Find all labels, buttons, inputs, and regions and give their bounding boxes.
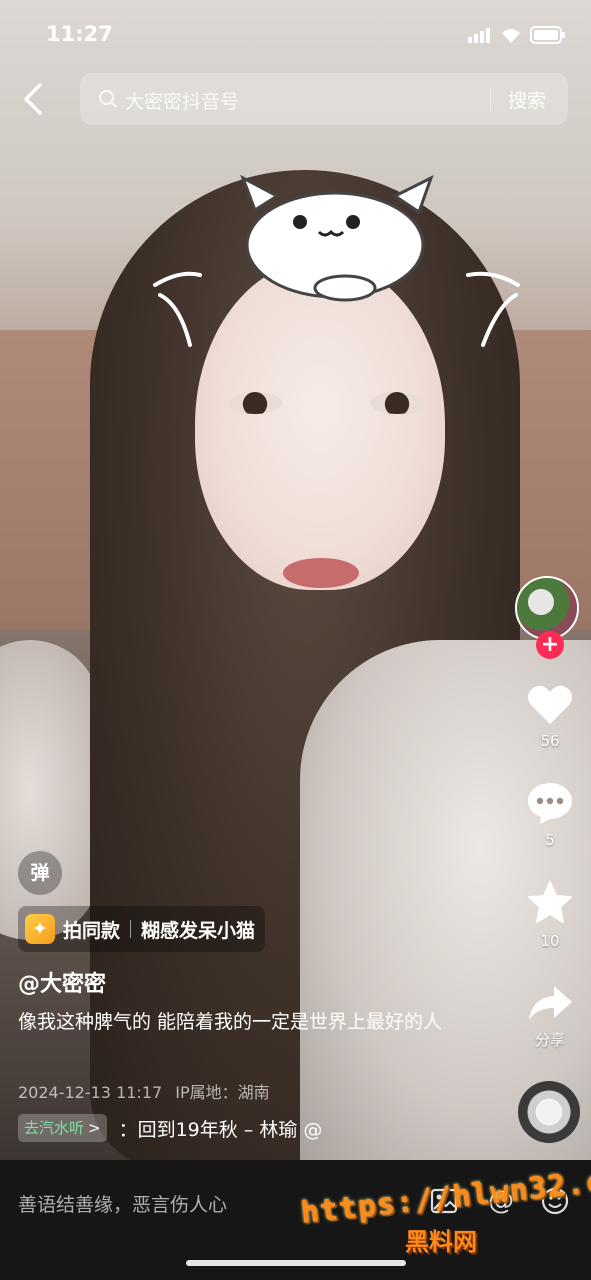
search-icon	[99, 90, 117, 108]
chevron-right-icon: >	[88, 1119, 101, 1137]
status-bar: 11:27	[0, 0, 591, 70]
search-bar[interactable]: 大密密抖音号 搜索	[80, 73, 568, 125]
share-button[interactable]: 分享	[520, 983, 580, 1050]
search-button[interactable]: 搜索	[508, 86, 546, 113]
comment-icon	[528, 783, 572, 824]
music-disc-icon[interactable]	[518, 1081, 580, 1143]
search-divider	[490, 87, 491, 111]
comment-input[interactable]: 善语结善缘，恶言伤人心	[18, 1190, 227, 1217]
music-row[interactable]: 去汽水听 > ：回到19年秋 – 林瑜 @	[18, 1114, 322, 1142]
template-name: 糊感发呆小猫	[141, 919, 256, 942]
favorite-count: 10	[540, 932, 560, 950]
fur-coat-left	[0, 640, 100, 940]
qishui-button[interactable]: 去汽水听 >	[18, 1114, 107, 1142]
template-label: 拍同款	[63, 919, 121, 942]
watermark: https://hlwn32.com 黑料网	[299, 1160, 591, 1256]
whisker-left-icon	[153, 271, 202, 347]
template-divider	[130, 920, 132, 938]
ip-location: IP属地：湖南	[175, 1083, 270, 1102]
lips	[283, 558, 359, 588]
post-meta: 2024-12-13 11:17 IP属地：湖南	[18, 1079, 270, 1103]
right-eye	[370, 392, 424, 414]
video-caption: 像我这种脾气的 能陪着我的一定是世界上最好的人	[18, 1011, 443, 1033]
share-icon	[529, 986, 572, 1020]
heart-icon	[527, 685, 573, 724]
share-label: 分享	[534, 1031, 565, 1049]
favorite-button[interactable]: 10	[520, 880, 580, 950]
comment-count: 5	[545, 831, 555, 849]
back-icon[interactable]	[20, 82, 50, 116]
cat-sticker-icon	[240, 174, 434, 302]
search-input[interactable]: 大密密抖音号	[125, 87, 239, 114]
status-time: 11:27	[46, 22, 113, 46]
wifi-icon	[502, 29, 520, 43]
like-button[interactable]: 56	[520, 684, 580, 750]
like-count: 56	[540, 732, 560, 750]
template-chip[interactable]: ✦ 拍同款 糊感发呆小猫	[18, 906, 266, 952]
danmu-toggle[interactable]: 弹	[18, 851, 62, 895]
whisker-right-icon	[466, 271, 520, 347]
author-name[interactable]: @大密密	[18, 966, 106, 998]
cellular-signal-icon	[468, 28, 490, 43]
follow-button[interactable]: +	[536, 631, 564, 659]
music-title: ：回到19年秋 – 林瑜 @	[118, 1118, 323, 1141]
qishui-label: 去汽水听	[24, 1119, 85, 1137]
home-indicator	[186, 1260, 406, 1266]
watermark-text: 黑料网	[405, 1228, 477, 1256]
comment-button[interactable]: 5	[520, 781, 580, 849]
post-date: 2024-12-13 11:17	[18, 1083, 163, 1102]
battery-icon	[530, 26, 565, 44]
left-eye	[228, 392, 282, 414]
star-icon	[528, 881, 572, 923]
sparkle-icon: ✦	[25, 914, 55, 944]
